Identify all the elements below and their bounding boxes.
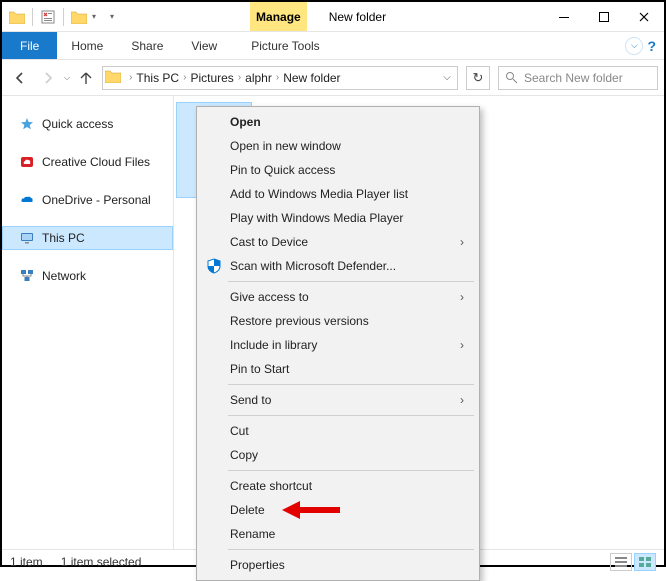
new-folder-icon[interactable] <box>70 8 88 26</box>
menu-cast-device[interactable]: Cast to Device› <box>200 230 476 254</box>
maximize-button[interactable] <box>584 2 624 32</box>
menu-open-new-window[interactable]: Open in new window <box>200 134 476 158</box>
sidebar-item-label: OneDrive - Personal <box>42 193 151 207</box>
picture-tools-tab[interactable]: Picture Tools <box>237 32 333 59</box>
cloud-icon <box>20 193 34 207</box>
menu-properties[interactable]: Properties <box>200 553 476 577</box>
breadcrumb-item[interactable]: alphr <box>243 71 274 85</box>
quick-access-toolbar: ▾ ▾ <box>2 8 120 26</box>
navigation-pane: Quick access Creative Cloud Files OneDri… <box>2 96 174 549</box>
selection-count: 1 item selected <box>61 555 142 569</box>
chevron-right-icon: › <box>460 338 464 352</box>
menu-delete[interactable]: Delete <box>200 498 476 522</box>
chevron-right-icon: › <box>460 393 464 407</box>
history-dropdown-icon[interactable]: ⌵ <box>64 73 70 83</box>
menu-copy[interactable]: Copy <box>200 443 476 467</box>
forward-button[interactable] <box>36 66 60 90</box>
close-button[interactable] <box>624 2 664 32</box>
sidebar-item-this-pc[interactable]: This PC <box>2 226 173 250</box>
chevron-right-icon[interactable]: › <box>127 72 134 83</box>
shield-icon <box>205 257 223 275</box>
network-icon <box>20 269 34 283</box>
contextual-tabs: Manage <box>250 2 307 31</box>
sidebar-item-label: Creative Cloud Files <box>42 155 150 169</box>
chevron-right-icon[interactable]: › <box>274 72 281 83</box>
chevron-right-icon: › <box>460 235 464 249</box>
folder-icon <box>105 69 123 87</box>
share-tab[interactable]: Share <box>117 32 177 59</box>
refresh-button[interactable]: ↻ <box>466 66 490 90</box>
menu-cut[interactable]: Cut <box>200 419 476 443</box>
file-tab[interactable]: File <box>2 32 57 59</box>
folder-icon <box>8 8 26 26</box>
minimize-button[interactable] <box>544 2 584 32</box>
view-tab[interactable]: View <box>177 32 231 59</box>
sidebar-item-network[interactable]: Network <box>2 264 173 288</box>
menu-give-access[interactable]: Give access to› <box>200 285 476 309</box>
up-button[interactable] <box>74 66 98 90</box>
menu-play-wmp[interactable]: Play with Windows Media Player <box>200 206 476 230</box>
menu-scan-defender[interactable]: Scan with Microsoft Defender... <box>200 254 476 278</box>
sidebar-item-onedrive[interactable]: OneDrive - Personal <box>2 188 173 212</box>
qat-overflow-icon[interactable]: ▾ <box>110 12 114 21</box>
back-button[interactable] <box>8 66 32 90</box>
icons-view-button[interactable] <box>634 553 656 571</box>
menu-add-wmp-list[interactable]: Add to Windows Media Player list <box>200 182 476 206</box>
menu-pin-quick-access[interactable]: Pin to Quick access <box>200 158 476 182</box>
sidebar-item-label: Network <box>42 269 86 283</box>
menu-send-to[interactable]: Send to› <box>200 388 476 412</box>
sidebar-item-label: Quick access <box>42 117 113 131</box>
context-menu: Open Open in new window Pin to Quick acc… <box>196 106 480 581</box>
search-input[interactable]: Search New folder <box>498 66 658 90</box>
star-icon <box>20 117 34 131</box>
monitor-icon <box>20 231 34 245</box>
ribbon-collapse-icon[interactable]: ⌵ <box>625 37 643 55</box>
breadcrumb-item[interactable]: New folder <box>281 71 342 85</box>
menu-rename[interactable]: Rename <box>200 522 476 546</box>
properties-icon[interactable] <box>39 8 57 26</box>
breadcrumb-item[interactable]: Pictures <box>188 71 235 85</box>
ribbon: File Home Share View Picture Tools ⌵ ? <box>2 32 664 60</box>
sidebar-item-label: This PC <box>42 231 85 245</box>
item-count: 1 item <box>10 555 43 569</box>
title-bar: ▾ ▾ Manage New folder <box>2 2 664 32</box>
menu-restore-previous[interactable]: Restore previous versions <box>200 309 476 333</box>
qat-dropdown-icon[interactable]: ▾ <box>92 12 96 21</box>
menu-include-library[interactable]: Include in library› <box>200 333 476 357</box>
search-icon <box>505 71 518 84</box>
search-placeholder: Search New folder <box>524 71 623 85</box>
menu-create-shortcut[interactable]: Create shortcut <box>200 474 476 498</box>
chevron-right-icon[interactable]: › <box>236 72 243 83</box>
chevron-right-icon: › <box>460 290 464 304</box>
breadcrumb-item[interactable]: This PC <box>134 71 181 85</box>
sidebar-item-quick-access[interactable]: Quick access <box>2 112 173 136</box>
chevron-right-icon[interactable]: › <box>181 72 188 83</box>
menu-pin-start[interactable]: Pin to Start <box>200 357 476 381</box>
details-view-button[interactable] <box>610 553 632 571</box>
address-dropdown-icon[interactable]: ⌵ <box>437 72 457 83</box>
address-bar[interactable]: › This PC › Pictures › alphr › New folde… <box>102 66 458 90</box>
home-tab[interactable]: Home <box>57 32 117 59</box>
menu-open[interactable]: Open <box>200 110 476 134</box>
window-controls <box>544 2 664 32</box>
manage-tab[interactable]: Manage <box>250 2 307 31</box>
sidebar-item-creative-cloud[interactable]: Creative Cloud Files <box>2 150 173 174</box>
help-icon[interactable]: ? <box>647 38 656 54</box>
navigation-bar: ⌵ › This PC › Pictures › alphr › New fol… <box>2 60 664 96</box>
window-title: New folder <box>329 10 386 24</box>
creative-cloud-icon <box>20 155 34 169</box>
